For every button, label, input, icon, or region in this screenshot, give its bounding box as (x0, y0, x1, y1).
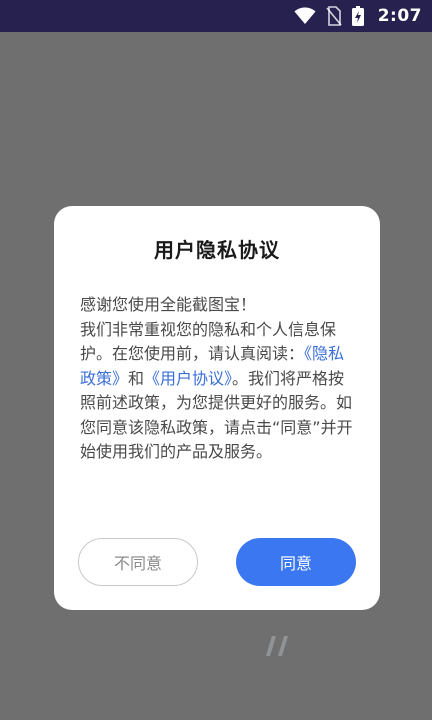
status-bar: 2:07 (0, 0, 432, 32)
watermark-logo-icon (266, 636, 288, 656)
watermark (264, 632, 292, 658)
message-connector: 和 (128, 368, 145, 388)
battery-charging-icon (351, 6, 364, 26)
dialog-title: 用户隐私协议 (154, 238, 280, 262)
dialog-buttons: 不同意 同意 (78, 538, 356, 586)
dialog-message: 我们非常重视您的隐私和个人信息保护。在您使用前，请认真阅读：《隐私政策》和《用户… (80, 318, 354, 465)
status-time: 2:07 (377, 6, 422, 26)
dialog-intro: 感谢您使用全能截图宝！ (80, 295, 257, 314)
wifi-icon (294, 7, 316, 25)
message-text-before: 我们非常重视您的隐私和个人信息保护。在您使用前，请认真阅读： (80, 319, 337, 364)
disagree-button[interactable]: 不同意 (78, 538, 198, 586)
no-sim-icon (326, 6, 342, 26)
dialog-body: 感谢您使用全能截图宝！ 我们非常重视您的隐私和个人信息保护。在您使用前，请认真阅… (80, 293, 354, 465)
user-agreement-link[interactable]: 《用户协议》 (144, 369, 232, 388)
status-icons: 2:07 (294, 6, 422, 26)
privacy-agreement-dialog: 用户隐私协议 感谢您使用全能截图宝！ 我们非常重视您的隐私和个人信息保护。在您使… (54, 206, 380, 610)
agree-button[interactable]: 同意 (236, 538, 356, 586)
